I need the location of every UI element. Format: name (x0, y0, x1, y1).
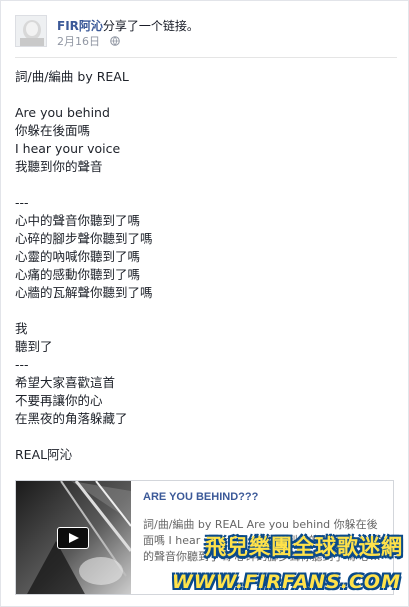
message-line (15, 86, 385, 104)
post-action-text: 分享了一个链接。 (102, 19, 199, 33)
post-message: 詞/曲/編曲 by REAL Are you behind 你躲在後面嗎 I hear… (15, 68, 385, 464)
message-line: --- (15, 195, 29, 210)
message-line: 在黑夜的角落躲藏了 (15, 411, 128, 426)
message-line: 心碎的腳步聲你聽到了嗎 (15, 231, 153, 246)
post-actor-line: FIR阿沁分享了一个链接。 (57, 17, 199, 34)
message-line: 不要再讓你的心 (15, 393, 103, 408)
post-meta: 2月16日 (57, 33, 120, 49)
link-description: 詞/曲/編曲 by REAL Are you behind 你躲在後面嗎 I h… (143, 518, 383, 563)
message-line: 希望大家喜歡這首 (15, 375, 116, 390)
message-line: 你躲在後面嗎 (15, 123, 91, 138)
message-line: 心痛的感動你聽到了嗎 (15, 267, 141, 282)
message-line: 心靈的吶喊你聽到了嗎 (15, 249, 141, 264)
post-date-link[interactable]: 2月16日 (57, 35, 100, 48)
avatar[interactable] (15, 15, 47, 47)
message-line (15, 176, 385, 194)
message-line: --- (15, 357, 29, 372)
message-line: 我聽到你的聲音 (15, 159, 103, 174)
message-line: 詞/曲/編曲 by REAL (15, 69, 129, 84)
message-line: I hear your voice (15, 141, 121, 156)
message-line: 聽到了 (15, 339, 53, 354)
header-divider (15, 57, 397, 58)
message-line (15, 428, 385, 446)
globe-icon[interactable] (109, 36, 120, 46)
avatar-image (16, 16, 46, 46)
play-icon[interactable] (57, 527, 89, 549)
message-line: REAL阿沁 (15, 447, 73, 462)
author-name-link[interactable]: FIR阿沁 (57, 19, 103, 33)
link-preview-card[interactable]: ARE YOU BEHIND??? 詞/曲/編曲 by REAL Are you… (15, 480, 394, 595)
message-line: 心中的聲音你聽到了嗎 (15, 213, 141, 228)
message-line: Are you behind (15, 105, 110, 120)
message-line: 我 (15, 321, 28, 336)
message-line: 心牆的瓦解聲你聽到了嗎 (15, 285, 153, 300)
message-line (15, 302, 385, 320)
play-triangle (69, 533, 79, 543)
link-title[interactable]: ARE YOU BEHIND??? (143, 491, 258, 503)
link-thumbnail[interactable] (16, 481, 131, 594)
post-header: FIR阿沁分享了一个链接。 2月16日 (15, 15, 399, 55)
